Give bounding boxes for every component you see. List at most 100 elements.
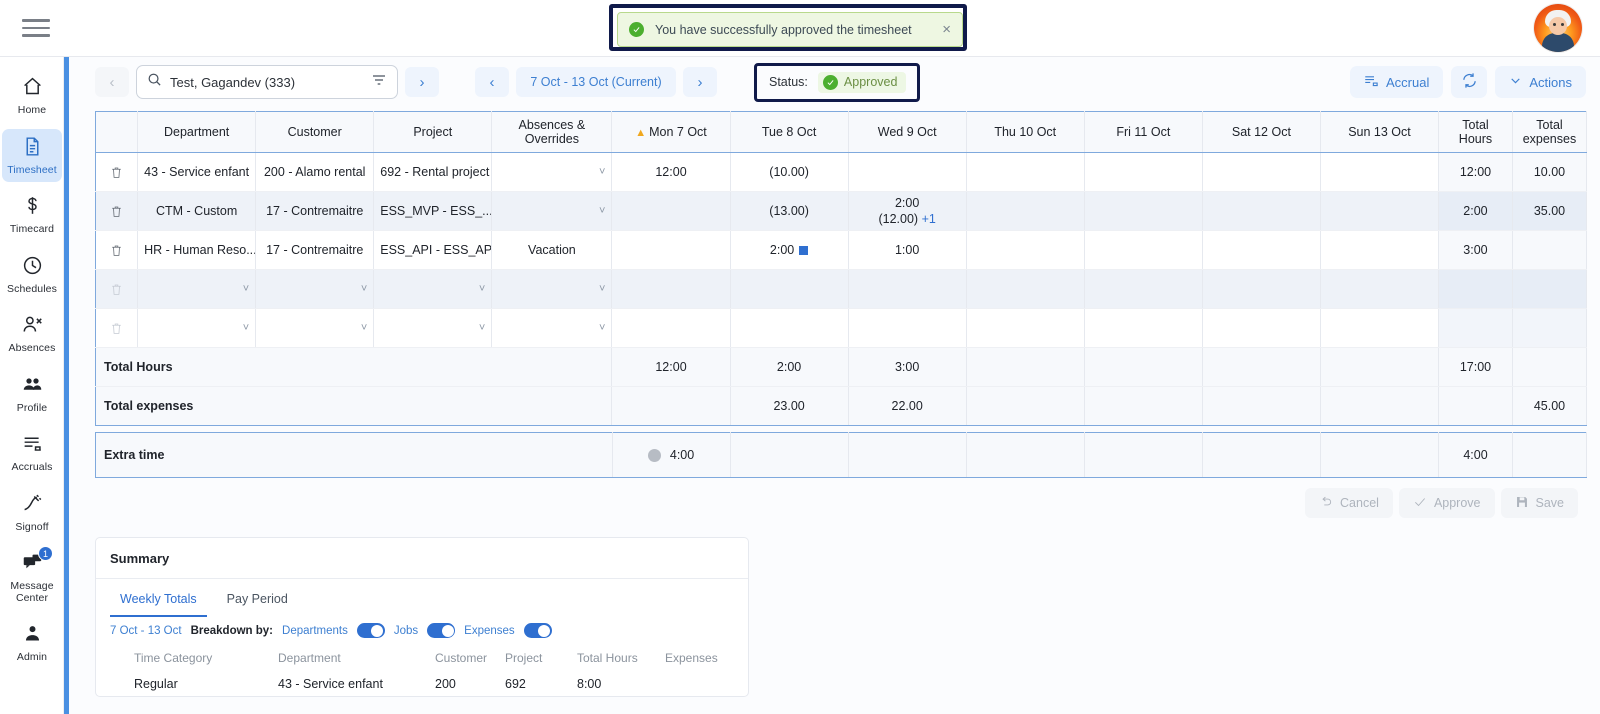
chevron-down-icon[interactable]: ˅ — [599, 204, 605, 218]
filter-icon[interactable] — [371, 72, 387, 93]
cell-fri[interactable] — [1084, 230, 1203, 270]
refresh-button[interactable] — [1451, 66, 1488, 98]
cell-wed[interactable]: 1:00 — [848, 230, 967, 270]
search-input-value[interactable]: Test, Gagandev (333) — [170, 75, 363, 90]
toggle-departments[interactable] — [356, 623, 385, 638]
sidebar-item-signoff[interactable]: Signoff — [2, 486, 62, 540]
cell-department[interactable]: ˅ — [137, 308, 257, 348]
sidebar-item-admin[interactable]: Admin — [2, 616, 62, 670]
cell-sat[interactable] — [1202, 230, 1321, 270]
cell-wed[interactable] — [848, 269, 967, 309]
table-row[interactable]: HR - Human Reso... 17 - Contremaitre ESS… — [94, 230, 1588, 270]
cell-tue[interactable] — [730, 269, 849, 309]
chevron-down-icon[interactable]: ˅ — [599, 282, 605, 296]
tab-weekly-totals[interactable]: Weekly Totals — [110, 588, 207, 617]
cell-customer[interactable]: ˅ — [255, 308, 375, 348]
cell-customer[interactable]: ˅ — [255, 269, 375, 309]
table-row-empty[interactable]: ˅ ˅ ˅ ˅ — [94, 269, 1588, 309]
cell-mon[interactable] — [611, 230, 731, 270]
cell-tue[interactable]: (10.00) — [730, 152, 849, 192]
cell-mon[interactable] — [611, 191, 731, 231]
sidebar-item-message-center[interactable]: 1 Message Center — [2, 545, 62, 610]
cell-project[interactable]: 692 - Rental project — [373, 152, 493, 192]
cell-mon[interactable]: 12:00 — [611, 152, 731, 192]
chevron-down-icon[interactable]: ˅ — [243, 321, 249, 335]
period-selector[interactable]: 7 Oct - 13 Oct (Current) — [516, 67, 676, 97]
actions-button[interactable]: Actions — [1495, 66, 1586, 98]
cell-fri[interactable] — [1084, 269, 1203, 309]
cell-thu[interactable] — [966, 230, 1085, 270]
chevron-down-icon[interactable]: ˅ — [361, 321, 367, 335]
cell-wed[interactable]: 2:00 (12.00) +1 — [848, 191, 967, 231]
chevron-down-icon[interactable]: ˅ — [599, 165, 605, 179]
table-row-empty[interactable]: ˅ ˅ ˅ ˅ — [94, 308, 1588, 348]
close-icon[interactable]: × — [942, 21, 951, 38]
chevron-down-icon[interactable]: ˅ — [599, 321, 605, 335]
cell-tue[interactable]: (13.00) — [730, 191, 849, 231]
toggle-expenses[interactable] — [523, 623, 552, 638]
plus-one-badge[interactable]: +1 — [922, 212, 936, 226]
avatar[interactable] — [1534, 4, 1582, 52]
cell-thu[interactable] — [966, 308, 1085, 348]
hamburger-icon[interactable] — [22, 16, 52, 40]
next-period-button[interactable]: › — [683, 67, 717, 97]
delete-row-button[interactable] — [94, 191, 139, 231]
next-employee-button[interactable]: › — [405, 67, 439, 97]
cell-absences[interactable]: ˅ — [491, 191, 613, 231]
cell-wed[interactable] — [848, 308, 967, 348]
cell-department[interactable]: CTM - Custom — [137, 191, 257, 231]
cell-sat[interactable] — [1202, 191, 1321, 231]
cell-tue[interactable] — [730, 308, 849, 348]
cell-sat[interactable] — [1202, 269, 1321, 309]
save-button[interactable]: Save — [1500, 488, 1578, 518]
cell-project[interactable]: ESS_API - ESS_AP... — [373, 230, 493, 270]
trash-icon[interactable] — [110, 165, 123, 180]
flag-icon[interactable] — [799, 246, 809, 256]
delete-row-button[interactable] — [94, 152, 139, 192]
cell-sun[interactable] — [1320, 152, 1440, 192]
cell-absences[interactable]: Vacation — [491, 230, 613, 270]
cell-absences[interactable]: ˅ — [491, 269, 613, 309]
accrual-button[interactable]: Accrual — [1350, 66, 1444, 98]
cell-mon[interactable] — [611, 269, 731, 309]
sidebar-item-home[interactable]: Home — [2, 69, 62, 123]
trash-icon[interactable] — [110, 204, 123, 219]
cell-department[interactable]: 43 - Service enfant — [137, 152, 257, 192]
sidebar-item-timesheet[interactable]: Timesheet — [2, 128, 62, 182]
chevron-down-icon[interactable]: ˅ — [479, 321, 485, 335]
cell-absences[interactable]: ˅ — [491, 152, 613, 192]
cell-sat[interactable] — [1202, 308, 1321, 348]
chevron-down-icon[interactable]: ˅ — [479, 282, 485, 296]
cancel-button[interactable]: Cancel — [1305, 488, 1393, 518]
cell-customer[interactable]: 17 - Contremaitre — [255, 230, 375, 270]
cell-customer[interactable]: 17 - Contremaitre — [255, 191, 375, 231]
cell-thu[interactable] — [966, 191, 1085, 231]
cell-sun[interactable] — [1320, 230, 1440, 270]
cell-sun[interactable] — [1320, 308, 1440, 348]
table-row[interactable]: 43 - Service enfant 200 - Alamo rental 6… — [94, 152, 1588, 192]
cell-fri[interactable] — [1084, 152, 1203, 192]
cell-tue[interactable]: 2:00 — [730, 230, 849, 270]
cell-thu[interactable] — [966, 152, 1085, 192]
trash-icon[interactable] — [110, 243, 123, 258]
cell-fri[interactable] — [1084, 191, 1203, 231]
cell-absences[interactable]: ˅ — [491, 308, 613, 348]
tab-pay-period[interactable]: Pay Period — [217, 588, 298, 617]
sidebar-item-accruals[interactable]: Accruals — [2, 426, 62, 480]
toggle-jobs[interactable] — [427, 623, 456, 638]
cell-department[interactable]: ˅ — [137, 269, 257, 309]
cell-customer[interactable]: 200 - Alamo rental — [255, 152, 375, 192]
sidebar-item-timecard[interactable]: Timecard — [2, 188, 62, 242]
table-row[interactable]: CTM - Custom 17 - Contremaitre ESS_MVP -… — [94, 191, 1588, 231]
cell-sun[interactable] — [1320, 269, 1440, 309]
cell-sat[interactable] — [1202, 152, 1321, 192]
cell-project[interactable]: ˅ — [373, 269, 493, 309]
prev-employee-button[interactable]: ‹ — [95, 67, 129, 97]
employee-search[interactable]: Test, Gagandev (333) — [136, 65, 398, 99]
cell-sun[interactable] — [1320, 191, 1440, 231]
chevron-down-icon[interactable]: ˅ — [361, 282, 367, 296]
cell-wed[interactable] — [848, 152, 967, 192]
cell-mon[interactable] — [611, 308, 731, 348]
sidebar-item-schedules[interactable]: Schedules — [2, 248, 62, 302]
cell-project[interactable]: ESS_MVP - ESS_... — [373, 191, 493, 231]
